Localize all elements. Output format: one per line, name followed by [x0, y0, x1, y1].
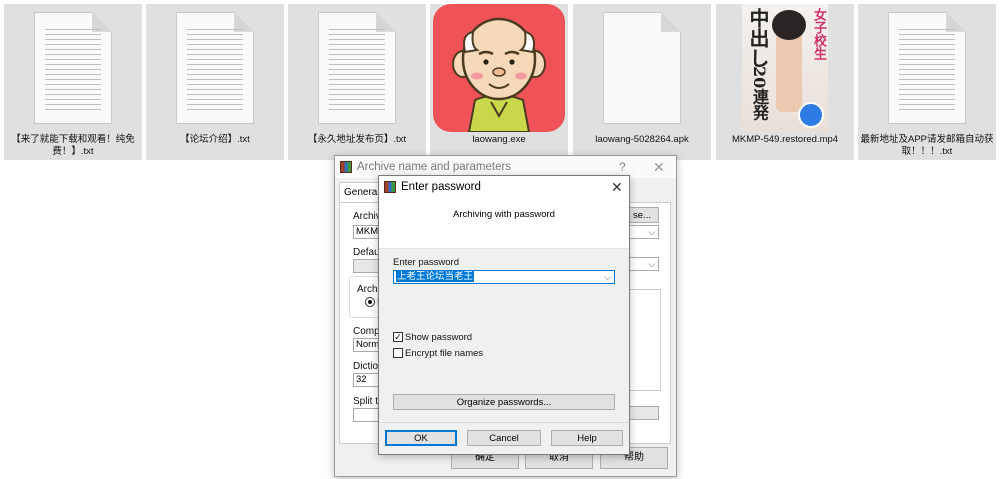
file-name: 最新地址及APP请发邮箱自动获取！！！.txt [860, 134, 994, 157]
blank-file-icon [573, 4, 711, 132]
browse-button[interactable]: se... [625, 207, 659, 223]
text-file-icon [858, 4, 996, 132]
format-radio[interactable] [365, 297, 375, 307]
text-file-icon [4, 4, 142, 132]
tab-general[interactable]: General [339, 182, 383, 203]
file-name: laowang-5028264.apk [595, 134, 689, 145]
divider [379, 422, 629, 423]
app-icon [430, 4, 568, 132]
show-password-label: Show password [405, 332, 473, 343]
password-input[interactable]: 上老王论坛当老王 ⌵ [393, 270, 615, 284]
file-tile[interactable]: 【论坛介绍】.txt [146, 4, 284, 160]
dialog-title: Archive name and parameters [357, 161, 512, 173]
encrypt-names-label: Encrypt file names [405, 348, 484, 359]
archiving-options-group [625, 289, 661, 391]
title-bar: Enter password ✕ [379, 176, 629, 198]
close-icon[interactable]: ✕ [611, 179, 623, 196]
file-tile[interactable]: 中出し 20連発 女子校生 MKMP-549.restored.mp4 [716, 4, 854, 160]
help-icon[interactable]: ? [619, 160, 626, 174]
cancel-button[interactable]: Cancel [467, 430, 541, 446]
ok-button[interactable]: OK [385, 430, 457, 446]
close-icon[interactable]: ✕ [653, 159, 665, 176]
set-password-button[interactable] [625, 406, 659, 420]
winrar-icon [384, 181, 396, 193]
encrypt-names-checkbox[interactable] [393, 348, 403, 358]
enter-password-label: Enter password [393, 257, 460, 268]
hair-shape [772, 10, 806, 40]
file-name: MKMP-549.restored.mp4 [731, 134, 839, 145]
text-file-icon [146, 4, 284, 132]
file-name: 【永久地址发布页】.txt [307, 134, 407, 145]
file-tile[interactable]: 【永久地址发布页】.txt [288, 4, 426, 160]
file-name: 【来了就能下载和观看！纯免费！】.txt [11, 134, 135, 157]
header-panel: Archiving with password [379, 198, 629, 249]
file-tile[interactable]: 最新地址及APP请发邮箱自动获取！！！.txt [858, 4, 996, 160]
update-select[interactable]: ⌵ [625, 257, 659, 271]
organize-passwords-button[interactable]: Organize passwords... [393, 394, 615, 410]
text-file-icon [288, 4, 426, 132]
password-dialog: Enter password ✕ Archiving with password… [378, 175, 630, 455]
file-name: laowang.exe [472, 134, 526, 145]
file-tile[interactable]: laowang.exe [430, 4, 568, 160]
dialog-title: Enter password [401, 181, 481, 193]
file-tile[interactable]: laowang-5028264.apk [573, 4, 711, 160]
winrar-icon [340, 161, 352, 173]
password-text: 上老王论坛当老王 [396, 271, 475, 282]
update-mode-select[interactable]: ⌵ [625, 225, 659, 239]
refresh-badge-icon [798, 102, 824, 128]
file-name: 【论坛介绍】.txt [180, 134, 250, 145]
video-thumbnail: 中出し 20連発 女子校生 [716, 4, 854, 132]
help-button[interactable]: Help [551, 430, 623, 446]
thumb-text: 女子校生 [812, 8, 827, 60]
chevron-down-icon[interactable]: ⌵ [604, 271, 611, 283]
thumb-text: 中出し [746, 8, 770, 68]
thumb-text: 20連発 [750, 66, 769, 121]
file-tile[interactable]: 【来了就能下载和观看！纯免费！】.txt [4, 4, 142, 160]
dialog-heading: Archiving with password [453, 209, 555, 220]
show-password-checkbox[interactable]: ✓ [393, 332, 403, 342]
